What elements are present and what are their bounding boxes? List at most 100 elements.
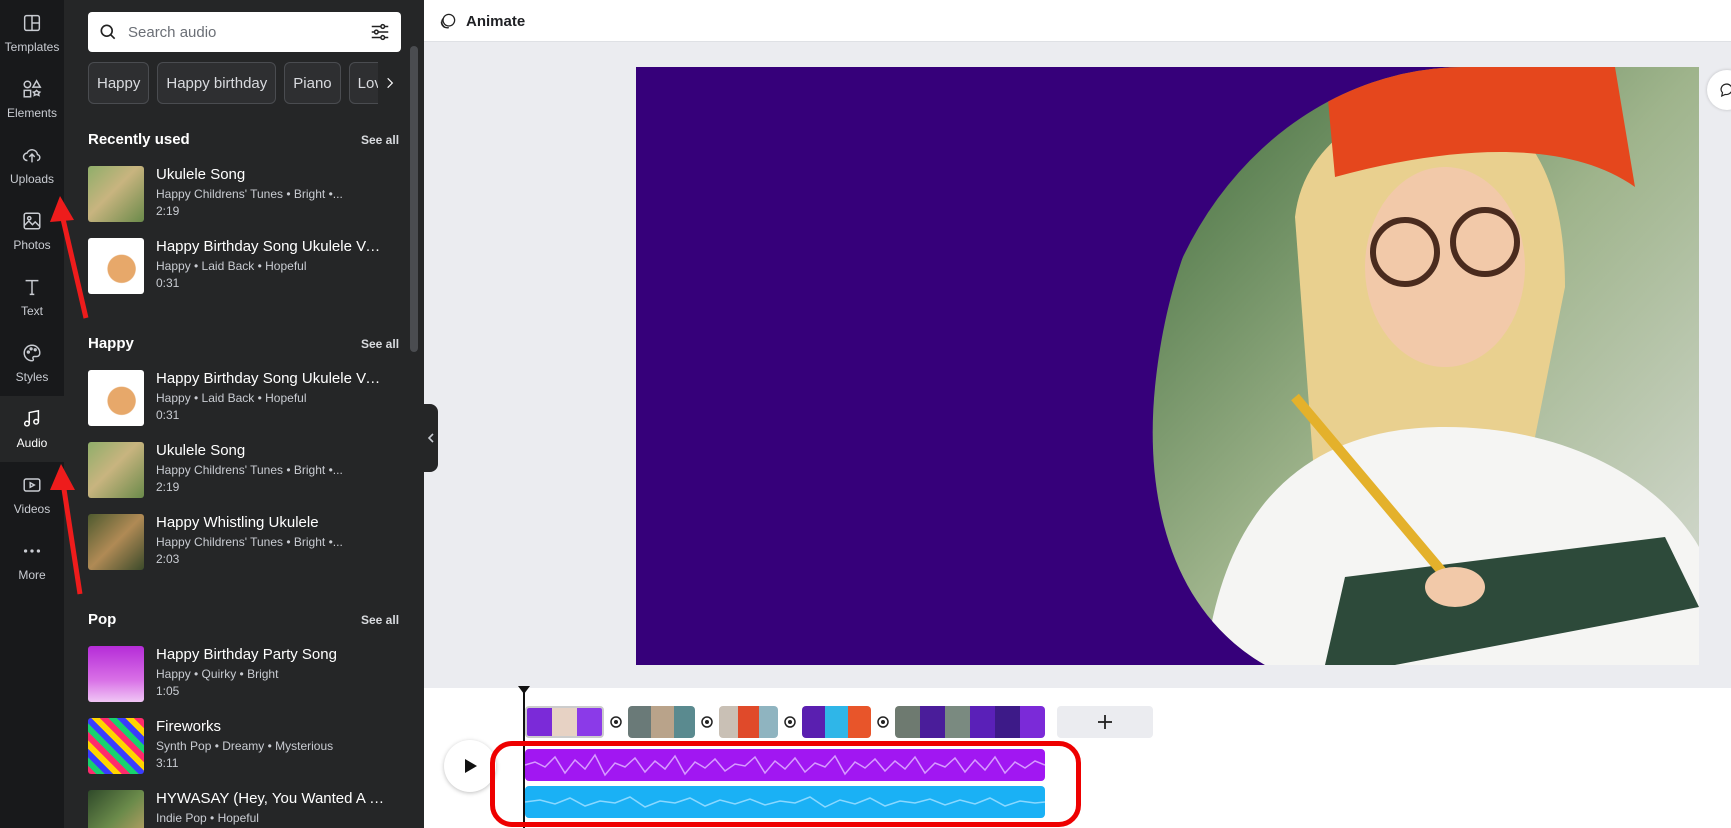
track-item[interactable]: Happy Whistling Ukulele Happy Childrens'… — [88, 514, 388, 574]
track-item[interactable]: Happy Birthday Song Ukulele Ver... Happy… — [88, 238, 388, 298]
animate-icon — [440, 13, 456, 29]
top-toolbar: Animate — [424, 0, 1731, 42]
track-item[interactable]: Happy Birthday Party Song Happy • Quirky… — [88, 646, 388, 706]
elements-icon — [23, 79, 42, 98]
section-title-recently-used: Recently used — [88, 131, 190, 148]
transition-icon — [701, 716, 713, 728]
track-duration: 0:31 — [156, 408, 180, 422]
annotation-arrow-uploads — [50, 196, 89, 319]
animate-label: Animate — [466, 12, 526, 30]
animate-button[interactable]: Animate — [438, 8, 525, 34]
panel-scrollbar[interactable] — [410, 46, 418, 352]
rail-item-uploads[interactable]: Uploads — [0, 132, 64, 198]
track-title: Ukulele Song — [156, 442, 246, 459]
track-thumbnail — [88, 790, 144, 828]
scene-clips-track — [525, 706, 1045, 738]
rail-item-styles[interactable]: Styles — [0, 330, 64, 396]
track-meta: Happy • Laid Back • Hopeful — [156, 391, 307, 405]
comment-button[interactable] — [1707, 70, 1731, 110]
transition-button[interactable] — [697, 712, 717, 732]
track-meta: Happy Childrens' Tunes • Bright •... — [156, 187, 343, 201]
track-meta: Happy • Quirky • Bright — [156, 667, 279, 681]
rail-label: Templates — [4, 40, 60, 54]
track-duration: 2:19 — [156, 204, 180, 218]
track-meta: Synth Pop • Dreamy • Mysterious — [156, 739, 334, 753]
transition-icon — [877, 716, 889, 728]
track-title: Fireworks — [156, 718, 222, 735]
track-meta: Indie Pop • Hopeful — [156, 811, 259, 825]
transition-button[interactable] — [780, 712, 800, 732]
scene-clip[interactable] — [801, 706, 872, 738]
search-icon — [100, 24, 116, 40]
plus-icon — [1098, 715, 1112, 729]
templates-icon — [23, 14, 41, 32]
track-thumbnail — [88, 718, 144, 774]
music-note-icon — [23, 409, 40, 427]
track-duration: 1:05 — [156, 684, 180, 698]
section-title-pop: Pop — [88, 611, 117, 628]
rail-label: Styles — [15, 370, 49, 384]
transition-button[interactable] — [606, 712, 626, 732]
chips-next-button[interactable] — [378, 62, 402, 104]
scene-clip[interactable] — [525, 706, 605, 738]
scene-clip[interactable] — [894, 706, 1045, 738]
track-title: Happy Birthday Song Ukulele Ver... — [156, 238, 386, 255]
track-meta: Happy Childrens' Tunes • Bright •... — [156, 463, 343, 477]
track-duration: 2:03 — [156, 552, 180, 566]
left-nav-rail: Templates Elements Uploads Photos Text S… — [0, 0, 64, 828]
scene-clip[interactable] — [718, 706, 779, 738]
rail-label: Audio — [16, 436, 48, 450]
track-item[interactable]: Ukulele Song Happy Childrens' Tunes • Br… — [88, 166, 388, 226]
track-duration: 3:11 — [156, 756, 179, 770]
track-meta: Happy Childrens' Tunes • Bright •... — [156, 535, 343, 549]
collapse-panel-button[interactable] — [424, 404, 438, 472]
rail-label: Uploads — [9, 172, 55, 186]
chevron-right-icon — [387, 77, 394, 89]
audio-panel: Happy Happy birthday Piano Love Recently… — [64, 0, 424, 828]
scene-clip[interactable] — [627, 706, 696, 738]
see-all-pop-link[interactable]: See all — [361, 613, 399, 627]
upload-cloud-icon — [22, 149, 41, 163]
chip-happy[interactable]: Happy — [88, 62, 150, 104]
chip-happy-birthday[interactable]: Happy birthday — [157, 62, 277, 104]
search-input[interactable] — [128, 23, 369, 41]
add-page-button[interactable] — [1057, 706, 1153, 738]
track-duration: 0:31 — [156, 276, 180, 290]
transition-button[interactable] — [873, 712, 893, 732]
play-button[interactable] — [444, 740, 496, 792]
annotation-arrow-audio — [50, 464, 83, 595]
rail-item-audio[interactable]: Audio — [0, 396, 64, 462]
track-meta: Happy • Laid Back • Hopeful — [156, 259, 307, 273]
rail-item-elements[interactable]: Elements — [0, 66, 64, 132]
track-duration: 2:19 — [156, 480, 180, 494]
play-icon — [465, 759, 477, 773]
rail-label: Elements — [6, 106, 58, 120]
see-all-recent-link[interactable]: See all — [361, 133, 399, 147]
palette-icon — [23, 344, 41, 362]
suggestion-chips: Happy Happy birthday Piano Love — [88, 62, 401, 104]
playhead-knob[interactable] — [518, 686, 530, 694]
track-item[interactable]: HYWASAY (Hey, You Wanted A So... Indie P… — [88, 790, 388, 828]
chevron-left-icon — [427, 433, 434, 443]
track-title: Happy Birthday Song Ukulele Ver... — [156, 370, 386, 387]
track-title: Happy Birthday Party Song — [156, 646, 337, 663]
transition-icon — [784, 716, 796, 728]
chip-piano[interactable]: Piano — [284, 62, 341, 104]
track-title: Ukulele Song — [156, 166, 246, 183]
rail-item-templates[interactable]: Templates — [0, 0, 64, 66]
editor-app: Templates Elements Uploads Photos Text S… — [0, 0, 1731, 828]
track-thumbnail — [88, 370, 144, 426]
track-item[interactable]: Happy Birthday Song Ukulele Ver... Happy… — [88, 370, 388, 430]
track-item[interactable]: Ukulele Song Happy Childrens' Tunes • Br… — [88, 442, 388, 502]
filter-sliders-icon[interactable] — [369, 21, 391, 43]
track-thumbnail — [88, 646, 144, 702]
section-title-happy: Happy — [88, 335, 134, 352]
audio-tracks-highlight-annotation — [490, 741, 1081, 827]
see-all-happy-link[interactable]: See all — [361, 337, 399, 351]
search-box — [88, 12, 401, 52]
track-item[interactable]: Fireworks Synth Pop • Dreamy • Mysteriou… — [88, 718, 388, 778]
transition-icon — [610, 716, 622, 728]
comment-icon — [1720, 83, 1731, 98]
track-title: Happy Whistling Ukulele — [156, 514, 319, 531]
track-title: HYWASAY (Hey, You Wanted A So... — [156, 790, 386, 807]
